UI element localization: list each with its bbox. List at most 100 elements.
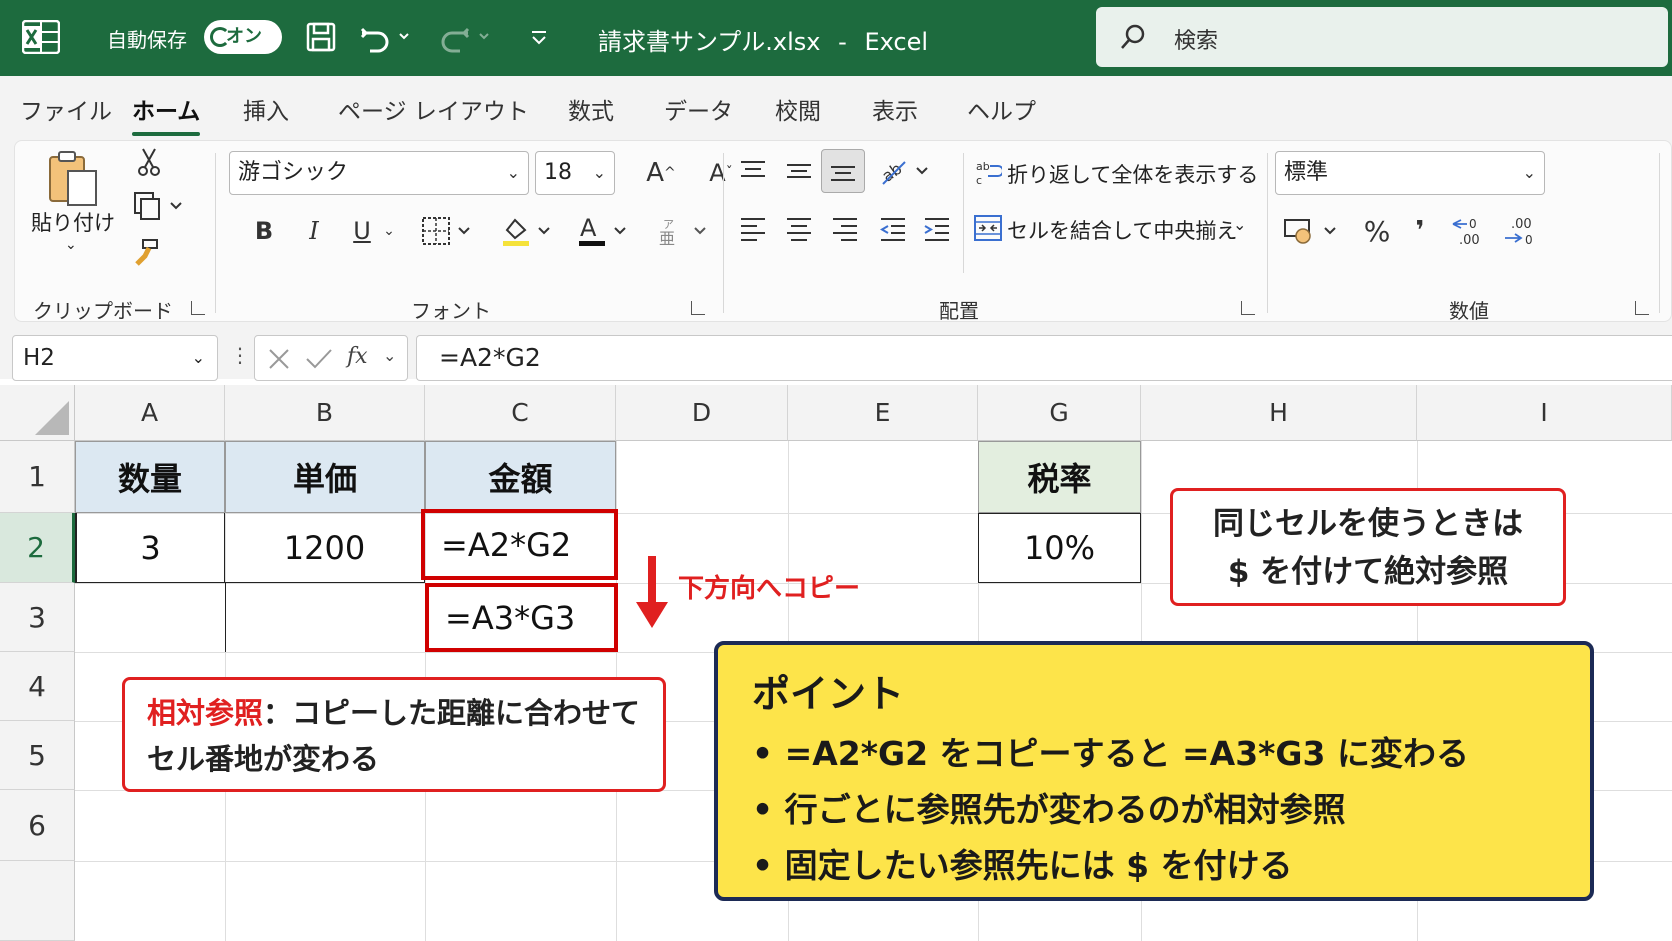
enter-check-icon[interactable] <box>305 347 333 371</box>
merge-center-label[interactable]: セルを結合して中央揃え <box>1007 215 1237 245</box>
cut-icon[interactable] <box>133 145 165 179</box>
wrap-text-icon[interactable]: ab c <box>971 155 1005 189</box>
tab-formulas[interactable]: 数式 <box>568 92 614 126</box>
font-size-select[interactable]: 18 ⌄ <box>535 151 615 195</box>
customize-toolbar-icon[interactable] <box>524 18 554 56</box>
cancel-icon[interactable] <box>267 347 291 371</box>
column-header-g[interactable]: G <box>978 385 1141 441</box>
bold-button[interactable]: B <box>249 211 279 251</box>
cell-g1[interactable]: 税率 <box>978 441 1141 513</box>
comma-style-button[interactable]: ❜ <box>1405 211 1435 251</box>
formula-input[interactable]: =A2*G2 <box>416 335 1672 381</box>
column-header-i[interactable]: I <box>1417 385 1672 441</box>
cell-c3[interactable]: =A3*G3 <box>425 583 618 652</box>
cell-b2[interactable]: 1200 <box>225 513 425 583</box>
undo-icon[interactable] <box>358 18 418 56</box>
increase-font-size-icon[interactable]: A ^ <box>643 153 679 193</box>
row-header-5[interactable]: 5 <box>0 721 75 790</box>
increase-decimal-icon[interactable]: 0.00 <box>1447 211 1491 251</box>
svg-text:.00: .00 <box>1511 217 1532 232</box>
wrap-text-label[interactable]: 折り返して全体を表示する <box>1007 159 1258 189</box>
align-left-icon[interactable] <box>735 211 771 247</box>
formula-buttons: fx ⌄ <box>254 335 408 381</box>
cell-c1[interactable]: 金額 <box>425 441 616 513</box>
merge-center-icon[interactable] <box>971 211 1005 245</box>
orientation-icon[interactable]: ab <box>875 151 939 191</box>
decrease-indent-icon[interactable] <box>875 211 911 247</box>
tab-home[interactable]: ホーム <box>132 92 201 136</box>
point-callout: ポイント • =A2*G2 をコピーすると =A3*G3 に変わる • 行ごとに… <box>714 641 1594 901</box>
column-header-d[interactable]: D <box>616 385 788 441</box>
point-item-2: • 行ごとに参照先が変わるのが相対参照 <box>752 790 1346 829</box>
svg-text:.00: .00 <box>1459 233 1480 248</box>
font-name-select[interactable]: 游ゴシック ⌄ <box>229 151 529 195</box>
svg-text:A: A <box>580 214 597 242</box>
percent-style-button[interactable]: % <box>1359 211 1395 251</box>
align-right-icon[interactable] <box>827 211 863 247</box>
number-launcher-icon[interactable] <box>1635 301 1649 315</box>
relative-note-line2: セル番地が変わる <box>147 742 380 776</box>
cell-a1[interactable]: 数量 <box>75 441 225 513</box>
copy-icon[interactable] <box>129 189 193 223</box>
save-icon[interactable] <box>302 18 340 56</box>
cell-c2[interactable]: =A2*G2 <box>421 509 618 580</box>
italic-button[interactable]: I <box>299 211 329 251</box>
tab-view[interactable]: 表示 <box>872 92 918 126</box>
autosave-toggle[interactable]: オン <box>204 20 282 54</box>
cell-a2[interactable]: 3 <box>75 513 225 583</box>
paste-dropdown-chevron-icon[interactable]: ⌄ <box>65 237 77 253</box>
column-header-e[interactable]: E <box>788 385 978 441</box>
cell-b1[interactable]: 単価 <box>225 441 425 513</box>
chevron-down-icon[interactable]: ⌄ <box>383 346 396 365</box>
excel-logo-icon[interactable] <box>22 20 60 54</box>
column-header-c[interactable]: C <box>425 385 616 441</box>
tab-page-layout[interactable]: ページ レイアウト <box>338 92 529 126</box>
paste-icon[interactable] <box>43 147 103 209</box>
font-launcher-icon[interactable] <box>691 301 705 315</box>
column-header-h[interactable]: H <box>1141 385 1417 441</box>
row-header-2[interactable]: 2 <box>0 513 75 583</box>
select-all-button[interactable] <box>0 385 75 441</box>
font-color-icon[interactable]: A <box>575 209 635 253</box>
row-header-6[interactable]: 6 <box>0 790 75 861</box>
table-border <box>225 583 226 652</box>
search-input[interactable]: 検索 <box>1096 7 1668 67</box>
number-format-select[interactable]: 標準 ⌄ <box>1275 151 1545 195</box>
cell-g2[interactable]: 10% <box>978 513 1141 583</box>
tab-review[interactable]: 校閲 <box>775 92 821 126</box>
align-bottom-icon[interactable] <box>821 149 865 193</box>
align-middle-icon[interactable] <box>781 153 817 189</box>
column-header-b[interactable]: B <box>225 385 425 441</box>
format-painter-icon[interactable] <box>131 235 163 269</box>
tab-data[interactable]: データ <box>664 92 733 126</box>
name-box[interactable]: H2 ⌄ <box>12 335 218 381</box>
redo-icon[interactable] <box>438 18 498 56</box>
tab-file[interactable]: ファイル <box>20 92 112 126</box>
chevron-down-icon: ⌄ <box>191 348 205 367</box>
accounting-format-icon[interactable] <box>1279 211 1349 251</box>
more-options-icon[interactable]: ⋮ <box>230 343 250 367</box>
paste-label[interactable]: 貼り付け <box>31 207 115 237</box>
align-center-icon[interactable] <box>781 211 817 247</box>
increase-indent-icon[interactable] <box>919 211 955 247</box>
alignment-launcher-icon[interactable] <box>1241 301 1255 315</box>
underline-button[interactable]: U <box>347 211 377 251</box>
phonetic-guide-icon[interactable]: ア亜 <box>655 211 715 251</box>
row-header-1[interactable]: 1 <box>0 441 75 513</box>
underline-dropdown-chevron-icon[interactable]: ⌄ <box>379 211 399 251</box>
row-header-3[interactable]: 3 <box>0 583 75 652</box>
decrease-font-size-icon[interactable]: Aˇ <box>703 153 739 193</box>
row-header-7[interactable] <box>0 861 75 941</box>
autosave-label: 自動保存 <box>107 28 187 52</box>
tab-help[interactable]: ヘルプ <box>967 92 1036 126</box>
borders-icon[interactable] <box>419 209 479 253</box>
clipboard-launcher-icon[interactable] <box>191 301 205 315</box>
align-top-icon[interactable] <box>735 153 771 189</box>
tab-insert[interactable]: 挿入 <box>243 92 289 126</box>
row-header-4[interactable]: 4 <box>0 652 75 721</box>
merge-dropdown-chevron-icon[interactable]: ⌄ <box>1233 215 1246 234</box>
insert-function-icon[interactable]: fx <box>347 344 368 369</box>
column-header-a[interactable]: A <box>75 385 225 441</box>
decrease-decimal-icon[interactable]: .00 0 <box>1499 211 1543 251</box>
fill-color-icon[interactable] <box>499 209 559 253</box>
